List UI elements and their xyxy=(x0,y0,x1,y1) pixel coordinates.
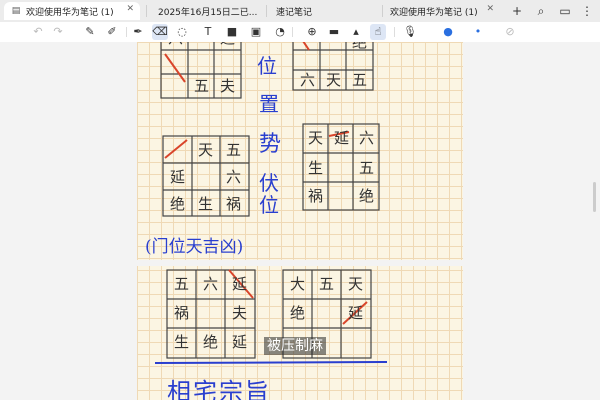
tab-label: 2025年16月15日二已... xyxy=(158,7,258,18)
grid-cell: 天 xyxy=(347,275,363,293)
lasso-icon[interactable]: ◌ xyxy=(174,24,190,40)
grid-cell: 五 xyxy=(193,77,209,95)
grid-cell: 夫 xyxy=(231,304,247,322)
grid-cell: 延 xyxy=(231,333,247,351)
tab-label: 速记笔记 xyxy=(276,7,313,18)
grid-cell: 天 xyxy=(307,129,323,147)
tab-label: 欢迎使用华为笔记 (1) xyxy=(26,7,114,18)
handwriting-text: 位 xyxy=(257,54,277,78)
pencil-icon[interactable]: ✐ xyxy=(104,24,120,40)
image-icon[interactable]: ▣ xyxy=(248,24,264,40)
text-icon[interactable]: T xyxy=(200,24,216,40)
dot-icon[interactable]: • xyxy=(470,24,486,40)
divider xyxy=(126,27,127,37)
handwriting-text: 置 xyxy=(259,92,279,116)
redo-icon[interactable]: ↷ xyxy=(50,24,66,40)
grid-middle-left: 天 五 延 六 绝 生 祸 xyxy=(161,132,255,226)
marker-icon[interactable]: ✒ xyxy=(130,24,146,40)
shape-icon[interactable]: ■ xyxy=(224,24,240,40)
add-tab-button[interactable]: + xyxy=(508,2,526,20)
sidebar-toggle-icon[interactable]: ▭ xyxy=(556,2,574,20)
divider xyxy=(146,5,147,17)
grid-cell: 祸 xyxy=(173,304,189,322)
grid-cell: 天 xyxy=(197,141,213,159)
page-break xyxy=(137,260,463,266)
grid-cell: 天 xyxy=(325,71,341,89)
video-subtitle: 被压制麻 xyxy=(264,337,326,355)
grid-cell: 生 xyxy=(173,333,189,351)
eraser-icon[interactable]: ⌫ xyxy=(152,24,168,40)
tab-welcome-notes[interactable]: ▤ 欢迎使用华为笔记 (1) ✕ xyxy=(4,2,140,20)
divider xyxy=(394,27,395,37)
grid-cell: 五 xyxy=(351,71,367,89)
handwriting-text: 伏位 xyxy=(259,171,279,217)
tab-date-note[interactable]: 2025年16月15日二已... xyxy=(150,2,266,20)
finger-touch-icon[interactable]: ☝ xyxy=(370,24,386,40)
scroll-handle[interactable] xyxy=(593,182,596,212)
handwriting-text: 势 xyxy=(259,132,282,157)
microphone-icon[interactable]: 🎙 xyxy=(402,24,418,40)
grid-cell: 绝 xyxy=(351,42,367,51)
grid-cell: 延 xyxy=(169,168,185,186)
grid-cell: 祸 xyxy=(307,187,323,205)
record-icon[interactable]: ● xyxy=(440,24,456,40)
grid-cell: 六 xyxy=(163,42,188,50)
divider xyxy=(292,27,293,37)
grid-cell: 六 xyxy=(202,275,218,293)
grid-bottom-left: 五 六 延 祸 夫 生 绝 延 xyxy=(165,268,261,368)
tab-label: 欢迎使用华为笔记 (1) xyxy=(390,7,478,18)
grid-cell: 延 xyxy=(231,275,247,293)
grid-cell: 五 xyxy=(318,275,334,293)
divider xyxy=(382,5,383,17)
grid-cell: 延 xyxy=(333,129,349,147)
notebook-icon: ▤ xyxy=(11,6,21,16)
note-canvas[interactable]: 六 远 五 夫 绝 六 天 五 位 置 势 伏位 天 五 延 六 绝 生 祸 xyxy=(0,42,600,400)
handwriting-title: 相宅宗旨 xyxy=(167,378,271,400)
grid-cell: 生 xyxy=(307,159,323,177)
drawing-toolbar: ↶ ↷ ✎ ✐ ✒ ⌫ ◌ T ■ ▣ ◔ ⊕ ▬ ▴ ☝ 🎙 ● • ⊘ xyxy=(0,22,600,43)
tab-welcome-notes-2[interactable]: 欢迎使用华为笔记 (1) ✕ xyxy=(384,2,500,20)
grid-cell: 远 xyxy=(215,42,240,50)
grid-cell: 五 xyxy=(225,141,241,159)
search-icon[interactable]: ⌕ xyxy=(532,2,550,20)
grid-middle-right: 天 延 六 生 五 祸 绝 xyxy=(301,122,385,218)
grid-top-right: 绝 六 天 五 xyxy=(291,42,381,102)
grid-cell: 祸 xyxy=(225,195,241,213)
grid-cell: 绝 xyxy=(202,333,218,351)
handwriting-text: (门位天吉凶) xyxy=(145,237,244,257)
grid-cell: 夫 xyxy=(219,77,235,95)
grid-top-left: 六 远 五 夫 xyxy=(159,42,249,108)
grid-cell: 六 xyxy=(299,71,315,89)
highlighter-icon[interactable]: ▬ xyxy=(326,24,342,40)
pin-icon[interactable]: ▴ xyxy=(348,24,364,40)
divider xyxy=(266,5,267,17)
tab-bar: ▤ 欢迎使用华为笔记 (1) ✕ 2025年16月15日二已... 速记笔记 欢… xyxy=(0,0,600,22)
grid-cell: 六 xyxy=(358,129,374,147)
close-icon[interactable]: ✕ xyxy=(486,4,494,14)
blue-underline xyxy=(154,361,388,364)
grid-cell: 绝 xyxy=(289,304,305,322)
more-menu-icon[interactable]: ⋮ xyxy=(578,2,596,20)
undo-icon[interactable]: ↶ xyxy=(30,24,46,40)
grid-cell: 五 xyxy=(358,159,374,177)
zoom-icon[interactable]: ⊕ xyxy=(304,24,320,40)
pen-icon[interactable]: ✎ xyxy=(82,24,98,40)
grid-cell: 大 xyxy=(289,275,305,293)
close-icon[interactable]: ✕ xyxy=(126,4,134,14)
disabled-icon[interactable]: ⊘ xyxy=(502,24,518,40)
grid-cell: 生 xyxy=(197,195,213,213)
grid-cell: 延 xyxy=(347,304,363,322)
grid-cell: 绝 xyxy=(358,187,374,205)
tab-quick-notes[interactable]: 速记笔记 xyxy=(270,2,382,20)
grid-cell: 六 xyxy=(225,168,241,186)
grid-cell: 绝 xyxy=(169,195,185,213)
grid-cell: 五 xyxy=(173,275,189,293)
sticker-icon[interactable]: ◔ xyxy=(272,24,288,40)
